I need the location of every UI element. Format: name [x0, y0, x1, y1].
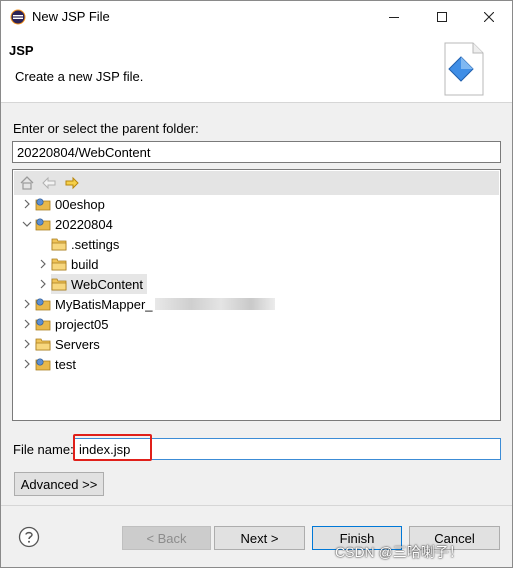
back-button[interactable]: < Back: [122, 526, 211, 550]
minimize-icon: [389, 17, 399, 18]
chevron-right-icon[interactable]: [21, 198, 33, 210]
tree-item-selected[interactable]: WebContent: [37, 274, 148, 294]
window-title: New JSP File: [32, 9, 110, 24]
project-icon: [35, 198, 51, 211]
tree-item-label: test: [55, 356, 76, 372]
project-icon: [35, 298, 51, 311]
folder-icon: [51, 278, 67, 291]
tree-item[interactable]: project05: [21, 314, 108, 334]
project-icon: [35, 358, 51, 371]
eclipse-icon: [10, 9, 26, 25]
maximize-icon: [437, 12, 447, 22]
close-icon: [484, 12, 494, 22]
maximize-button[interactable]: [419, 1, 465, 33]
separator: [1, 505, 512, 506]
help-icon[interactable]: [18, 526, 40, 548]
redacted-region: [154, 298, 275, 310]
parent-folder-input[interactable]: [12, 141, 501, 163]
banner-description: Create a new JSP file.: [15, 69, 144, 84]
chevron-right-icon[interactable]: [21, 358, 33, 370]
folder-tree[interactable]: 00eshop 20220804 .settings build WebCont…: [12, 169, 501, 421]
parent-folder-label: Enter or select the parent folder:: [13, 121, 199, 136]
new-jsp-file-dialog: New JSP File JSP Create a new JSP file. …: [0, 0, 513, 568]
folder-icon: [35, 338, 51, 351]
chevron-right-icon[interactable]: [21, 298, 33, 310]
folder-icon: [51, 238, 67, 251]
chevron-right-icon[interactable]: [21, 338, 33, 350]
chevron-right-icon[interactable]: [37, 258, 49, 270]
tree-item[interactable]: 00eshop: [21, 194, 105, 214]
tree-item-label: build: [71, 256, 99, 272]
next-button[interactable]: Next >: [214, 526, 305, 550]
tree-item-label: Servers: [55, 336, 100, 352]
tree-item[interactable]: 20220804: [21, 214, 113, 234]
minimize-button[interactable]: [371, 1, 417, 33]
tree-toolbar: [14, 171, 499, 195]
chevron-right-icon[interactable]: [37, 278, 49, 290]
chevron-right-icon[interactable]: [21, 318, 33, 330]
tree-item-label: 00eshop: [55, 196, 105, 212]
tree-item[interactable]: test: [21, 354, 76, 374]
chevron-down-icon[interactable]: [21, 218, 33, 230]
tree-item-label: .settings: [71, 236, 120, 252]
project-icon: [35, 218, 51, 231]
tree-item[interactable]: MyBatisMapper_: [21, 294, 275, 314]
folder-icon: [51, 258, 67, 271]
forward-arrow-icon[interactable]: [64, 175, 80, 191]
title-bar: New JSP File: [1, 1, 512, 33]
home-icon[interactable]: [19, 175, 35, 191]
tree-item[interactable]: build: [37, 254, 98, 274]
tree-item-label: 20220804: [55, 216, 113, 232]
tree-item-label: MyBatisMapper_: [55, 296, 153, 312]
back-arrow-icon[interactable]: [41, 175, 57, 191]
selected-highlight: WebContent: [51, 274, 148, 294]
close-button[interactable]: [466, 1, 512, 33]
wizard-banner: JSP Create a new JSP file.: [1, 33, 512, 103]
tree-item-label: WebContent: [71, 276, 144, 292]
jsp-wizard-icon: [444, 42, 484, 96]
banner-title: JSP: [9, 43, 34, 58]
advanced-button[interactable]: Advanced >>: [14, 472, 104, 496]
tree-item[interactable]: .settings: [51, 234, 119, 254]
tree-item[interactable]: Servers: [21, 334, 100, 354]
file-name-label: File name:: [13, 442, 74, 457]
project-icon: [35, 318, 51, 331]
file-name-input[interactable]: [74, 438, 501, 460]
watermark: CSDN @三哈喇子！: [335, 544, 463, 560]
tree-item-label: project05: [55, 316, 109, 332]
